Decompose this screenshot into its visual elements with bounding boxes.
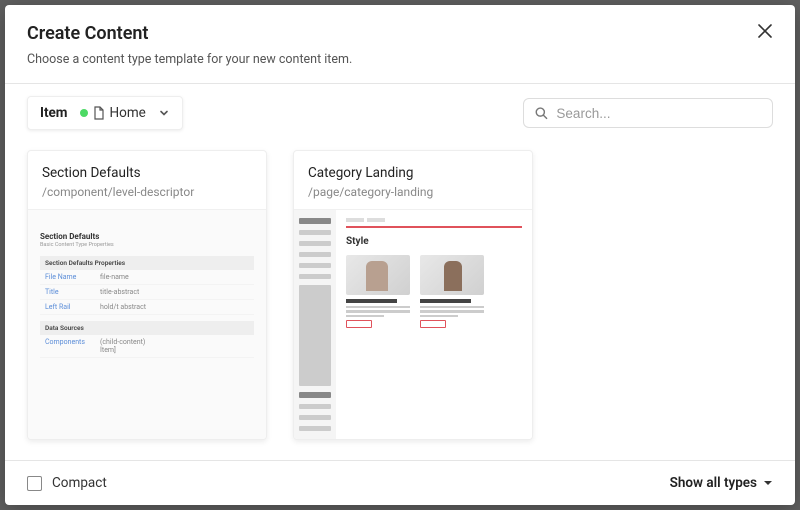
compact-label: Compact [52, 475, 107, 491]
close-icon [757, 23, 773, 39]
template-grid: Section Defaults /component/level-descri… [5, 144, 795, 460]
card-title: Section Defaults [42, 165, 252, 181]
modal-footer: Compact Show all types [5, 460, 795, 505]
location-value: Home [80, 105, 146, 121]
card-path: /page/category-landing [308, 185, 518, 199]
checkbox-icon [27, 476, 42, 491]
location-name: Home [110, 105, 146, 121]
chevron-down-icon [158, 107, 170, 119]
modal-title: Create Content [27, 23, 773, 44]
template-card-category-landing[interactable]: Category Landing /page/category-landing … [293, 150, 533, 440]
close-button[interactable] [757, 23, 773, 43]
card-thumbnail: Section Defaults Basic Content Type Prop… [28, 209, 266, 439]
modal-subtitle: Choose a content type template for your … [27, 52, 773, 67]
show-all-label: Show all types [670, 475, 757, 491]
show-all-types-button[interactable]: Show all types [670, 475, 773, 491]
page-icon [93, 106, 105, 120]
card-title: Category Landing [308, 165, 518, 181]
card-thumbnail: Style [294, 209, 532, 439]
card-path: /component/level-descriptor [42, 185, 252, 199]
template-card-section-defaults[interactable]: Section Defaults /component/level-descri… [27, 150, 267, 440]
location-picker[interactable]: Item Home [27, 96, 183, 130]
toolbar: Item Home [5, 84, 795, 144]
location-label: Item [40, 105, 68, 121]
search-field[interactable] [523, 98, 773, 128]
search-icon [534, 105, 548, 121]
search-input[interactable] [556, 106, 762, 121]
caret-down-icon [763, 478, 773, 488]
modal-header: Create Content Choose a content type tem… [5, 5, 795, 84]
status-dot-icon [80, 109, 88, 117]
create-content-modal: Create Content Choose a content type tem… [5, 5, 795, 505]
compact-toggle[interactable]: Compact [27, 475, 107, 491]
